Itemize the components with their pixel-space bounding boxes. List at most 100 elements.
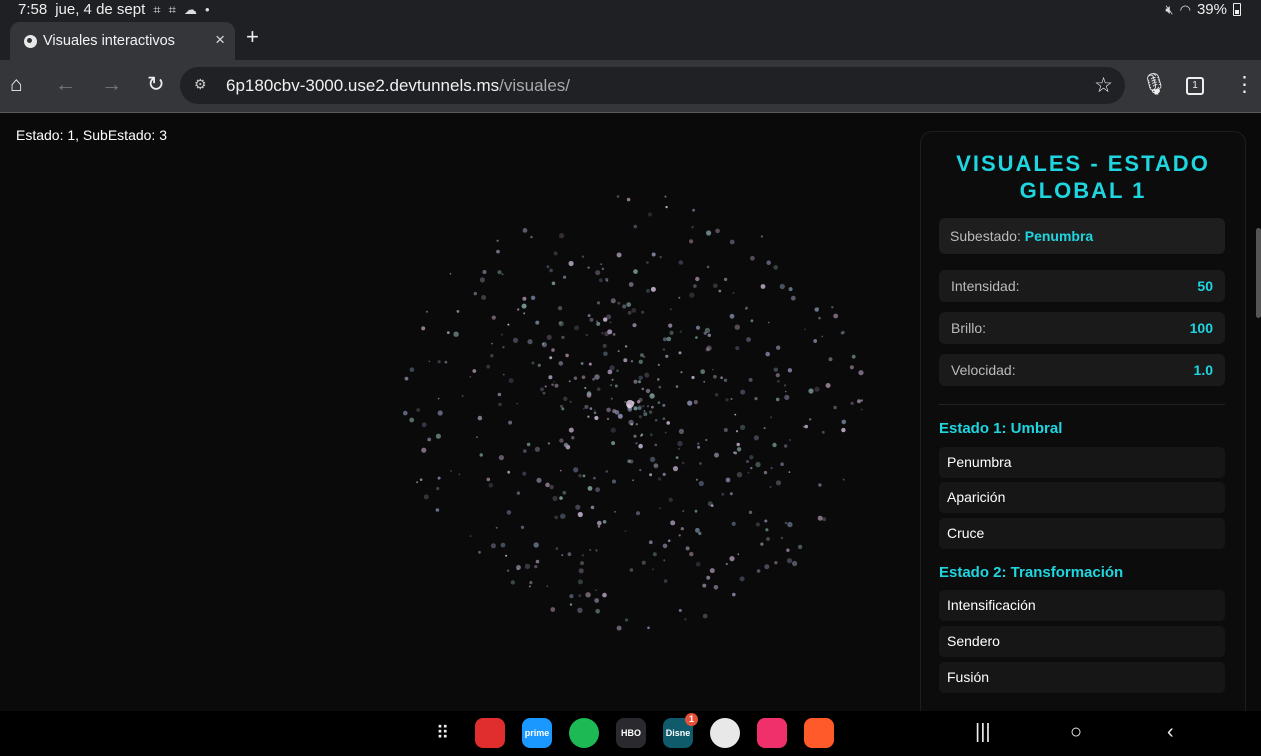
particle — [588, 362, 592, 366]
particle — [784, 390, 787, 393]
hbo-max-icon[interactable]: HBO — [616, 718, 646, 748]
particle — [641, 310, 645, 314]
tab-switcher-button[interactable]: 1 — [1186, 77, 1204, 95]
particle — [523, 312, 526, 315]
particle — [735, 430, 739, 433]
particle — [652, 552, 657, 557]
particle — [595, 608, 600, 614]
recent-apps-icon[interactable]: ||| — [975, 721, 991, 744]
particle — [678, 534, 681, 537]
forward-icon[interactable]: → — [101, 73, 122, 97]
particle — [647, 212, 653, 217]
particle — [699, 462, 702, 465]
url-path: /visuales/ — [499, 76, 571, 95]
reload-icon[interactable]: ↻ — [147, 73, 165, 97]
chrome-icon[interactable] — [710, 718, 740, 748]
new-tab-button[interactable]: + — [246, 24, 259, 50]
particle — [645, 388, 651, 394]
particle — [559, 438, 564, 443]
particle — [604, 331, 609, 337]
url-text[interactable]: 6p180cbv-3000.use2.devtunnels.ms/visuale… — [226, 76, 570, 96]
particle — [663, 579, 668, 583]
particle — [760, 284, 766, 289]
particle — [691, 375, 695, 380]
particle — [760, 542, 764, 546]
disney-plus-icon[interactable]: Disne 1 — [663, 713, 698, 748]
particle — [677, 440, 683, 447]
particle — [784, 394, 790, 400]
particle — [720, 376, 723, 380]
site-settings-icon[interactable]: ⚙ — [194, 76, 207, 93]
substate-button-label: Fusión — [947, 669, 990, 685]
particle — [580, 362, 584, 365]
particle — [633, 434, 637, 438]
particle — [646, 261, 649, 264]
particle — [586, 392, 592, 398]
particle — [731, 521, 736, 526]
microphone-icon[interactable]: 🎙︎ — [1141, 73, 1168, 97]
particle — [542, 342, 545, 345]
back-button-icon[interactable]: ‹ — [1167, 721, 1174, 744]
particle — [638, 415, 643, 419]
substate-button-penumbra[interactable]: Penumbra — [939, 447, 1225, 478]
flipboard-icon[interactable] — [475, 718, 505, 748]
particle — [678, 428, 685, 434]
home-icon[interactable]: ⌂ — [10, 73, 23, 97]
particle — [646, 288, 650, 293]
tab-close-icon[interactable]: × — [215, 30, 225, 50]
substate-button-sendero[interactable]: Sendero — [939, 626, 1225, 657]
particle — [765, 351, 770, 357]
particle — [606, 407, 611, 413]
particle — [641, 387, 645, 391]
substate-button-fusion[interactable]: Fusión — [939, 662, 1225, 693]
particle — [666, 421, 670, 425]
panel-divider — [939, 404, 1225, 405]
screen-recorder-icon[interactable] — [757, 718, 787, 748]
particle — [630, 360, 634, 363]
particle — [568, 427, 574, 433]
group-title-estado-1: Estado 1: Umbral — [939, 420, 1063, 437]
particle — [698, 531, 702, 536]
particle — [746, 460, 749, 463]
particle — [787, 368, 793, 373]
spotify-icon[interactable] — [569, 718, 599, 748]
back-icon[interactable]: ← — [55, 73, 76, 97]
particle — [623, 358, 628, 363]
particle — [766, 260, 771, 265]
particle — [482, 270, 487, 274]
substate-button-aparicion[interactable]: Aparición — [939, 482, 1225, 513]
particle — [714, 393, 719, 397]
particle — [639, 469, 642, 472]
particle — [491, 315, 496, 320]
particle — [749, 455, 754, 460]
particle — [549, 356, 553, 360]
particle — [421, 326, 426, 331]
address-bar[interactable]: ⚙ 6p180cbv-3000.use2.devtunnels.ms/visua… — [180, 67, 1125, 104]
brave-icon[interactable] — [804, 718, 834, 748]
particle — [775, 373, 780, 378]
particle — [625, 618, 629, 622]
page-scrollbar[interactable] — [1256, 228, 1261, 318]
substate-button-intensificacion[interactable]: Intensificación — [939, 590, 1225, 621]
bookmark-star-icon[interactable]: ☆ — [1094, 73, 1113, 98]
home-button-icon[interactable]: ○ — [1070, 721, 1082, 744]
particle — [797, 544, 803, 550]
particle — [633, 269, 638, 274]
particle — [626, 197, 631, 202]
particle — [702, 583, 707, 588]
menu-icon[interactable]: ⋮ — [1234, 73, 1255, 97]
particle — [558, 233, 565, 239]
particle — [549, 268, 553, 273]
substate-button-cruce[interactable]: Cruce — [939, 518, 1225, 549]
particle — [725, 477, 731, 483]
prime-video-icon[interactable]: prime — [522, 718, 552, 748]
particle — [522, 296, 527, 301]
apps-grid-icon[interactable]: ⠿ — [436, 723, 449, 744]
particle — [651, 405, 654, 409]
particle — [558, 361, 564, 366]
browser-tab[interactable]: Visuales interactivos × — [10, 22, 235, 60]
particle — [692, 208, 695, 212]
particle — [650, 286, 656, 292]
particle — [611, 378, 614, 381]
particle — [601, 332, 604, 335]
